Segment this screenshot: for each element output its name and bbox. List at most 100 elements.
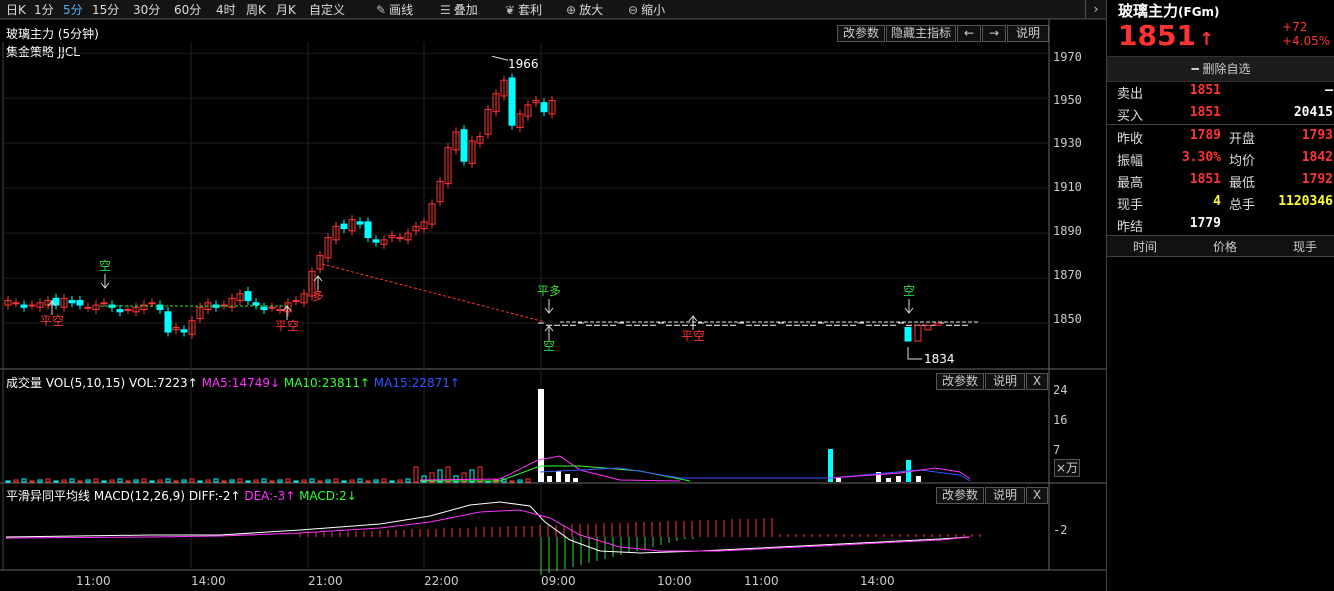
signal-label: 平多 <box>537 284 561 298</box>
candle-body <box>356 221 364 225</box>
macd-header: 平滑异同平均线 MACD(12,26,9) DIFF:-2↑ DEA:-3↑ M… <box>6 489 357 503</box>
volume-bar <box>181 479 187 483</box>
candle-body <box>20 304 28 308</box>
candle-body <box>276 309 284 312</box>
vol-help-button[interactable]: 说明 <box>985 373 1025 390</box>
stat-row: 最高 1851 最低 1792 <box>1117 172 1333 191</box>
volume-bar <box>245 480 251 483</box>
volume-bar <box>509 480 515 483</box>
signal-label: 空 <box>903 284 915 298</box>
volume-bar <box>317 480 323 483</box>
volume-bar <box>237 478 243 483</box>
vol-tick: 24 <box>1053 383 1068 397</box>
macd-close-button[interactable]: X <box>1026 487 1048 504</box>
remove-watchlist-button[interactable]: ━ 删除自选 <box>1107 56 1334 82</box>
stat-row: 昨结 1779 <box>1117 216 1221 235</box>
candle-body <box>540 102 548 113</box>
macd-tick: -2 <box>1053 523 1068 537</box>
volume-bar <box>173 480 179 483</box>
volume-bar <box>341 480 347 483</box>
macd-modify-params-button[interactable]: 改参数 <box>936 487 984 504</box>
signal-label: 平空 <box>40 314 64 328</box>
volume-bar <box>141 478 147 483</box>
volume-bar <box>357 478 363 483</box>
time-tick: 14:00 <box>860 574 895 588</box>
volume-bar <box>301 479 307 483</box>
volume-bar <box>261 478 267 483</box>
volume-bar <box>165 478 171 483</box>
candle-body <box>292 300 300 303</box>
vol-tick: 7 <box>1053 443 1061 457</box>
high-marker-line <box>491 55 509 61</box>
candle-body <box>508 77 516 126</box>
vol-modify-params-button[interactable]: 改参数 <box>936 373 984 390</box>
volume-bar <box>836 478 841 482</box>
volume-bar <box>61 479 67 483</box>
volume-bar <box>269 480 275 483</box>
volume-header: 成交量 VOL(5,10,15) VOL:7223↑ MA5:14749↓ MA… <box>6 376 460 390</box>
candle-body <box>340 223 348 230</box>
volume-bar <box>333 478 339 483</box>
last-price: 1851 ↑ <box>1118 19 1215 52</box>
up-arrow-icon: ↑ <box>1198 29 1215 50</box>
candle-body <box>924 324 932 331</box>
candle-body <box>28 304 36 307</box>
vol-ma10-line <box>420 465 691 482</box>
volume-bar <box>828 449 833 482</box>
volume-bar <box>229 479 235 483</box>
volume-bar <box>538 389 544 482</box>
candle-body <box>84 306 92 309</box>
time-tick: 10:00 <box>657 574 692 588</box>
volume-bar <box>405 478 411 483</box>
candle-body <box>124 309 132 312</box>
buy-row: 买入 1851 20415 <box>1117 105 1333 124</box>
change-percent: +4.05% <box>1282 34 1331 48</box>
volume-bar <box>556 471 561 482</box>
time-tick: 09:00 <box>541 574 576 588</box>
vol-tick: 16 <box>1053 413 1068 427</box>
volume-bar <box>309 478 315 483</box>
candle-body <box>244 291 252 302</box>
candle-body <box>460 129 468 162</box>
volume-bar <box>149 480 155 483</box>
vol-unit-label[interactable]: ×万 <box>1054 459 1080 477</box>
candle-body <box>100 302 108 305</box>
time-tick: 11:00 <box>744 574 779 588</box>
candle-body <box>68 300 76 304</box>
volume-bar <box>525 478 531 483</box>
candle-body <box>164 311 172 333</box>
volume-bar <box>469 469 475 483</box>
volume-bar <box>547 476 552 482</box>
volume-bar <box>565 474 570 482</box>
signal-label: 空 <box>99 259 111 273</box>
minus-icon: ━ <box>1191 62 1203 76</box>
volume-bar <box>5 480 11 483</box>
volume-bar <box>373 479 379 483</box>
candle-body <box>934 322 942 326</box>
time-tick: 14:00 <box>191 574 226 588</box>
volume-bar <box>896 476 901 482</box>
vol-close-button[interactable]: X <box>1026 373 1048 390</box>
candle-body <box>76 300 84 306</box>
volume-bar <box>573 478 578 482</box>
stat-row: 昨收 1789 开盘 1793 <box>1117 128 1333 147</box>
volume-bar <box>221 480 227 483</box>
contract-name: 玻璃主力(FGm) <box>1118 2 1220 20</box>
volume-bar <box>93 478 99 483</box>
signal-label: 平空 <box>681 329 705 343</box>
low-marker: 1834 <box>924 352 955 366</box>
sell-row: 卖出 1851 — <box>1117 83 1333 102</box>
volume-bar <box>53 480 59 483</box>
volume-bar <box>205 479 211 483</box>
volume-bar <box>253 479 259 483</box>
volume-bar <box>125 480 131 483</box>
candle-body <box>148 302 156 305</box>
volume-bar <box>21 478 27 483</box>
high-marker: 1966 <box>508 57 539 71</box>
candle-body <box>12 302 20 305</box>
candle-body <box>260 306 268 311</box>
volume-bar <box>413 466 419 483</box>
volume-bar <box>389 480 395 483</box>
macd-help-button[interactable]: 说明 <box>985 487 1025 504</box>
candle-body <box>268 306 276 309</box>
